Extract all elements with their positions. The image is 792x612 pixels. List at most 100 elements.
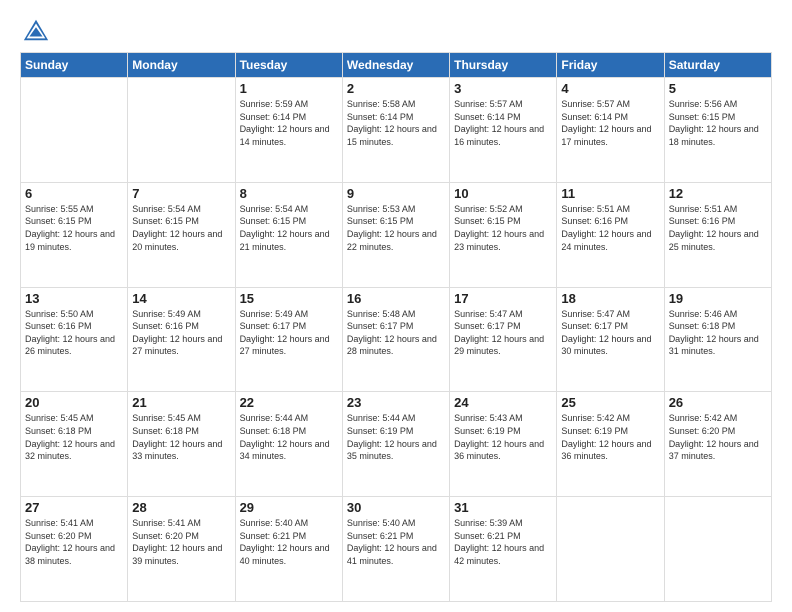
day-info: Sunrise: 5:58 AM Sunset: 6:14 PM Dayligh…	[347, 98, 445, 148]
calendar-day: 6 Sunrise: 5:55 AM Sunset: 6:15 PM Daylig…	[21, 182, 128, 287]
day-info: Sunrise: 5:53 AM Sunset: 6:15 PM Dayligh…	[347, 203, 445, 253]
calendar-week-4: 20 Sunrise: 5:45 AM Sunset: 6:18 PM Dayli…	[21, 392, 772, 497]
day-info: Sunrise: 5:54 AM Sunset: 6:15 PM Dayligh…	[132, 203, 230, 253]
calendar-day: 30Sunrise: 5:40 AM Sunset: 6:21 PM Dayli…	[342, 497, 449, 602]
calendar-day: 23 Sunrise: 5:44 AM Sunset: 6:19 PM Dayli…	[342, 392, 449, 497]
day-info: Sunrise: 5:57 AM Sunset: 6:14 PM Dayligh…	[561, 98, 659, 148]
day-number: 7	[132, 186, 230, 201]
day-info: Sunrise: 5:47 AM Sunset: 6:17 PM Dayligh…	[454, 308, 552, 358]
day-number: 18	[561, 291, 659, 306]
calendar-day: 24 Sunrise: 5:43 AM Sunset: 6:19 PM Dayli…	[450, 392, 557, 497]
day-number: 24	[454, 395, 552, 410]
day-info: Sunrise: 5:45 AM Sunset: 6:18 PM Dayligh…	[25, 412, 123, 462]
day-info: Sunrise: 5:56 AM Sunset: 6:15 PM Dayligh…	[669, 98, 767, 148]
day-number: 28	[132, 500, 230, 515]
calendar-day: 20 Sunrise: 5:45 AM Sunset: 6:18 PM Dayli…	[21, 392, 128, 497]
day-info: Sunrise: 5:54 AM Sunset: 6:15 PM Dayligh…	[240, 203, 338, 253]
calendar-week-3: 13Sunrise: 5:50 AM Sunset: 6:16 PM Dayli…	[21, 287, 772, 392]
day-number: 14	[132, 291, 230, 306]
day-number: 6	[25, 186, 123, 201]
calendar-day	[664, 497, 771, 602]
day-header-tuesday: Tuesday	[235, 53, 342, 78]
day-header-thursday: Thursday	[450, 53, 557, 78]
day-info: Sunrise: 5:51 AM Sunset: 6:16 PM Dayligh…	[669, 203, 767, 253]
day-header-wednesday: Wednesday	[342, 53, 449, 78]
calendar-day: 12 Sunrise: 5:51 AM Sunset: 6:16 PM Dayli…	[664, 182, 771, 287]
calendar-day	[557, 497, 664, 602]
day-header-saturday: Saturday	[664, 53, 771, 78]
calendar-day: 17 Sunrise: 5:47 AM Sunset: 6:17 PM Dayli…	[450, 287, 557, 392]
day-number: 2	[347, 81, 445, 96]
day-number: 30	[347, 500, 445, 515]
day-number: 16	[347, 291, 445, 306]
day-number: 20	[25, 395, 123, 410]
day-info: Sunrise: 5:57 AM Sunset: 6:14 PM Dayligh…	[454, 98, 552, 148]
day-number: 25	[561, 395, 659, 410]
logo-icon	[22, 16, 50, 44]
day-info: Sunrise: 5:40 AM Sunset: 6:21 PM Dayligh…	[240, 517, 338, 567]
calendar-day	[21, 78, 128, 183]
calendar-day: 18Sunrise: 5:47 AM Sunset: 6:17 PM Dayli…	[557, 287, 664, 392]
day-info: Sunrise: 5:44 AM Sunset: 6:19 PM Dayligh…	[347, 412, 445, 462]
day-info: Sunrise: 5:51 AM Sunset: 6:16 PM Dayligh…	[561, 203, 659, 253]
calendar-day: 9 Sunrise: 5:53 AM Sunset: 6:15 PM Daylig…	[342, 182, 449, 287]
day-number: 9	[347, 186, 445, 201]
header	[20, 16, 772, 44]
day-info: Sunrise: 5:42 AM Sunset: 6:20 PM Dayligh…	[669, 412, 767, 462]
calendar-day: 21Sunrise: 5:45 AM Sunset: 6:18 PM Dayli…	[128, 392, 235, 497]
day-info: Sunrise: 5:49 AM Sunset: 6:16 PM Dayligh…	[132, 308, 230, 358]
day-number: 11	[561, 186, 659, 201]
calendar-day: 14 Sunrise: 5:49 AM Sunset: 6:16 PM Dayli…	[128, 287, 235, 392]
day-info: Sunrise: 5:39 AM Sunset: 6:21 PM Dayligh…	[454, 517, 552, 567]
day-number: 29	[240, 500, 338, 515]
day-info: Sunrise: 5:46 AM Sunset: 6:18 PM Dayligh…	[669, 308, 767, 358]
day-info: Sunrise: 5:49 AM Sunset: 6:17 PM Dayligh…	[240, 308, 338, 358]
day-info: Sunrise: 5:55 AM Sunset: 6:15 PM Dayligh…	[25, 203, 123, 253]
calendar-day: 29 Sunrise: 5:40 AM Sunset: 6:21 PM Dayli…	[235, 497, 342, 602]
calendar-day: 13Sunrise: 5:50 AM Sunset: 6:16 PM Dayli…	[21, 287, 128, 392]
day-number: 21	[132, 395, 230, 410]
calendar-day: 5 Sunrise: 5:56 AM Sunset: 6:15 PM Daylig…	[664, 78, 771, 183]
day-info: Sunrise: 5:43 AM Sunset: 6:19 PM Dayligh…	[454, 412, 552, 462]
day-header-monday: Monday	[128, 53, 235, 78]
day-header-sunday: Sunday	[21, 53, 128, 78]
calendar-day: 19 Sunrise: 5:46 AM Sunset: 6:18 PM Dayli…	[664, 287, 771, 392]
calendar-day: 10 Sunrise: 5:52 AM Sunset: 6:15 PM Dayli…	[450, 182, 557, 287]
calendar-table: SundayMondayTuesdayWednesdayThursdayFrid…	[20, 52, 772, 602]
calendar-week-2: 6 Sunrise: 5:55 AM Sunset: 6:15 PM Daylig…	[21, 182, 772, 287]
calendar-day: 3 Sunrise: 5:57 AM Sunset: 6:14 PM Daylig…	[450, 78, 557, 183]
calendar-day: 15 Sunrise: 5:49 AM Sunset: 6:17 PM Dayli…	[235, 287, 342, 392]
day-number: 13	[25, 291, 123, 306]
logo	[20, 16, 50, 44]
day-number: 19	[669, 291, 767, 306]
day-number: 1	[240, 81, 338, 96]
day-number: 17	[454, 291, 552, 306]
calendar-day: 2 Sunrise: 5:58 AM Sunset: 6:14 PM Daylig…	[342, 78, 449, 183]
day-info: Sunrise: 5:59 AM Sunset: 6:14 PM Dayligh…	[240, 98, 338, 148]
day-number: 23	[347, 395, 445, 410]
calendar-week-5: 27Sunrise: 5:41 AM Sunset: 6:20 PM Dayli…	[21, 497, 772, 602]
day-number: 10	[454, 186, 552, 201]
calendar-day: 27Sunrise: 5:41 AM Sunset: 6:20 PM Dayli…	[21, 497, 128, 602]
day-info: Sunrise: 5:41 AM Sunset: 6:20 PM Dayligh…	[25, 517, 123, 567]
day-header-friday: Friday	[557, 53, 664, 78]
day-number: 12	[669, 186, 767, 201]
day-number: 15	[240, 291, 338, 306]
day-number: 26	[669, 395, 767, 410]
day-info: Sunrise: 5:52 AM Sunset: 6:15 PM Dayligh…	[454, 203, 552, 253]
day-number: 3	[454, 81, 552, 96]
calendar-day: 28 Sunrise: 5:41 AM Sunset: 6:20 PM Dayli…	[128, 497, 235, 602]
page: SundayMondayTuesdayWednesdayThursdayFrid…	[0, 0, 792, 612]
day-number: 22	[240, 395, 338, 410]
calendar-day: 1 Sunrise: 5:59 AM Sunset: 6:14 PM Daylig…	[235, 78, 342, 183]
day-number: 4	[561, 81, 659, 96]
calendar-day: 25 Sunrise: 5:42 AM Sunset: 6:19 PM Dayli…	[557, 392, 664, 497]
day-info: Sunrise: 5:41 AM Sunset: 6:20 PM Dayligh…	[132, 517, 230, 567]
day-number: 5	[669, 81, 767, 96]
calendar-day: 11 Sunrise: 5:51 AM Sunset: 6:16 PM Dayli…	[557, 182, 664, 287]
calendar-day: 8Sunrise: 5:54 AM Sunset: 6:15 PM Daylig…	[235, 182, 342, 287]
calendar-day: 31Sunrise: 5:39 AM Sunset: 6:21 PM Dayli…	[450, 497, 557, 602]
day-info: Sunrise: 5:42 AM Sunset: 6:19 PM Dayligh…	[561, 412, 659, 462]
calendar-day	[128, 78, 235, 183]
calendar-day: 16Sunrise: 5:48 AM Sunset: 6:17 PM Dayli…	[342, 287, 449, 392]
